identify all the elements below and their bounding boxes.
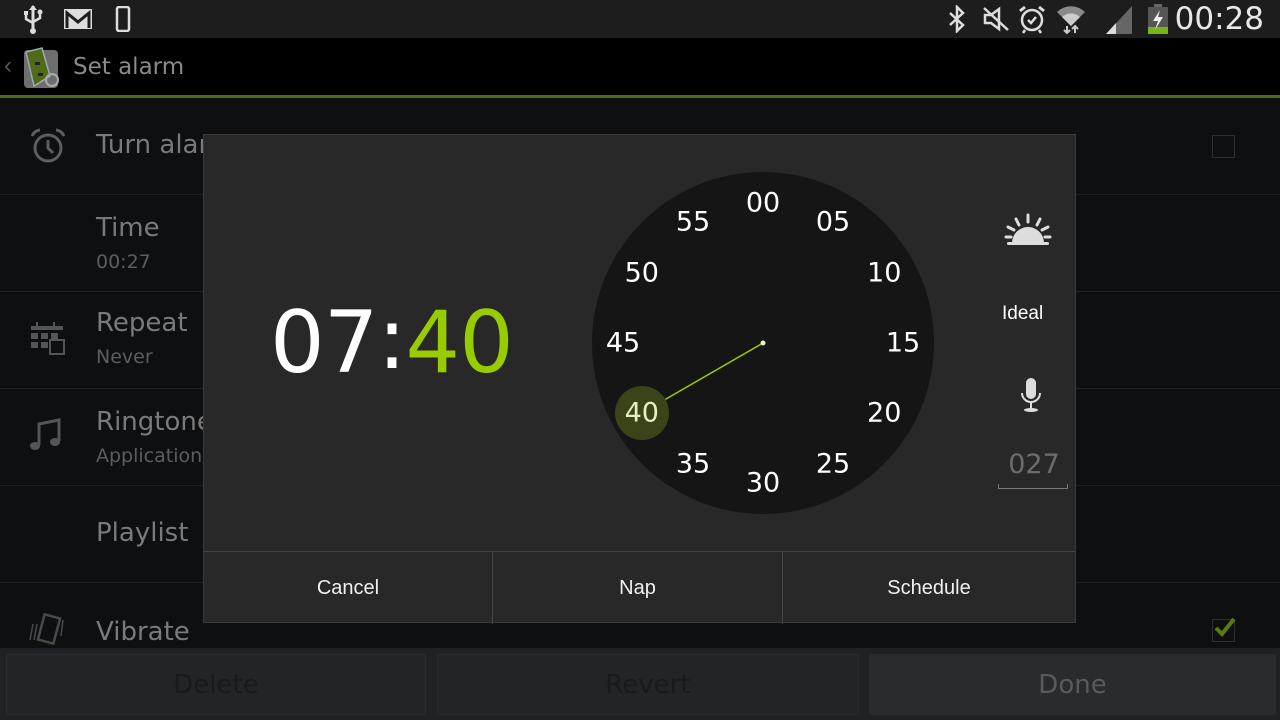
phone-icon — [114, 4, 132, 34]
microphone-icon[interactable] — [1019, 377, 1043, 418]
setting-title: Repeat — [96, 308, 188, 338]
revert-button[interactable]: Revert — [437, 654, 859, 715]
ideal-label[interactable]: Ideal — [1002, 303, 1043, 325]
sunrise-icon[interactable] — [1004, 213, 1052, 252]
app-logo-icon[interactable] — [18, 46, 62, 90]
cancel-button[interactable]: Cancel — [204, 552, 492, 624]
setting-subtitle: 00:27 — [96, 251, 151, 273]
page-title: Set alarm — [73, 54, 185, 80]
battery-charging-icon — [1146, 4, 1170, 34]
dial-label-25[interactable]: 25 — [816, 449, 850, 480]
dial-label-50[interactable]: 50 — [625, 258, 659, 289]
time-display: 07:40 — [270, 289, 514, 393]
bottom-bar: Delete Revert Done — [0, 648, 1280, 720]
mute-icon — [982, 4, 1010, 34]
dial-label-45[interactable]: 45 — [606, 328, 640, 359]
signal-icon — [1104, 4, 1134, 34]
setting-title: Playlist — [96, 518, 189, 548]
minute-dial[interactable]: 00 05 10 15 20 25 30 35 40 45 50 55 — [592, 172, 934, 514]
dial-label-10[interactable]: 10 — [867, 258, 901, 289]
number-field-underline — [998, 484, 1068, 489]
nap-button[interactable]: Nap — [493, 552, 782, 624]
vibrate-checkbox[interactable] — [1212, 617, 1236, 642]
status-bar: 00:28 — [0, 0, 1280, 38]
dial-hand — [662, 340, 766, 402]
hours-value[interactable]: 07 — [270, 293, 378, 393]
dial-label-55[interactable]: 55 — [676, 206, 710, 237]
wifi-icon — [1055, 4, 1087, 34]
done-button[interactable]: Done — [869, 654, 1276, 715]
bluetooth-icon — [946, 4, 968, 34]
alarm-icon — [1017, 4, 1047, 34]
setting-subtitle: Never — [96, 346, 153, 368]
calendar-icon — [28, 320, 68, 360]
alarm-clock-icon — [28, 126, 68, 166]
dial-label-05[interactable]: 05 — [816, 206, 850, 237]
minutes-value[interactable]: 40 — [405, 293, 513, 393]
turn-alarm-on-checkbox[interactable] — [1212, 135, 1235, 158]
setting-title: Ringtone — [96, 407, 213, 437]
dial-center-dot — [760, 340, 766, 346]
usb-icon — [20, 4, 46, 34]
setting-subtitle: Application — [96, 445, 203, 467]
time-picker-dialog: 07:40 00 05 10 15 20 25 30 35 40 45 50 55 Ideal 027… — [203, 134, 1076, 624]
dial-label-15[interactable]: 15 — [886, 328, 920, 359]
dial-label-35[interactable]: 35 — [676, 449, 710, 480]
setting-title: Turn alar — [96, 130, 210, 160]
gmail-icon — [63, 4, 93, 34]
dial-label-20[interactable]: 20 — [867, 398, 901, 429]
setting-title: Time — [96, 213, 160, 243]
action-bar: ‹ Set alarm — [0, 38, 1280, 98]
back-chevron-icon[interactable]: ‹ — [4, 52, 12, 80]
dial-hand-line — [662, 342, 764, 402]
music-note-icon — [28, 415, 68, 455]
dialog-button-bar: Cancel Nap Schedule — [204, 551, 1075, 624]
status-clock: 00:28 — [1174, 1, 1264, 37]
number-field[interactable]: 027 — [999, 449, 1069, 480]
dial-label-00[interactable]: 00 — [746, 188, 780, 219]
schedule-button[interactable]: Schedule — [783, 552, 1075, 624]
setting-title: Vibrate — [96, 617, 190, 647]
dial-label-40[interactable]: 40 — [625, 398, 659, 429]
vibrate-icon — [28, 612, 68, 652]
dial-label-30[interactable]: 30 — [746, 468, 780, 499]
time-separator: : — [377, 289, 406, 389]
delete-button[interactable]: Delete — [6, 654, 426, 715]
